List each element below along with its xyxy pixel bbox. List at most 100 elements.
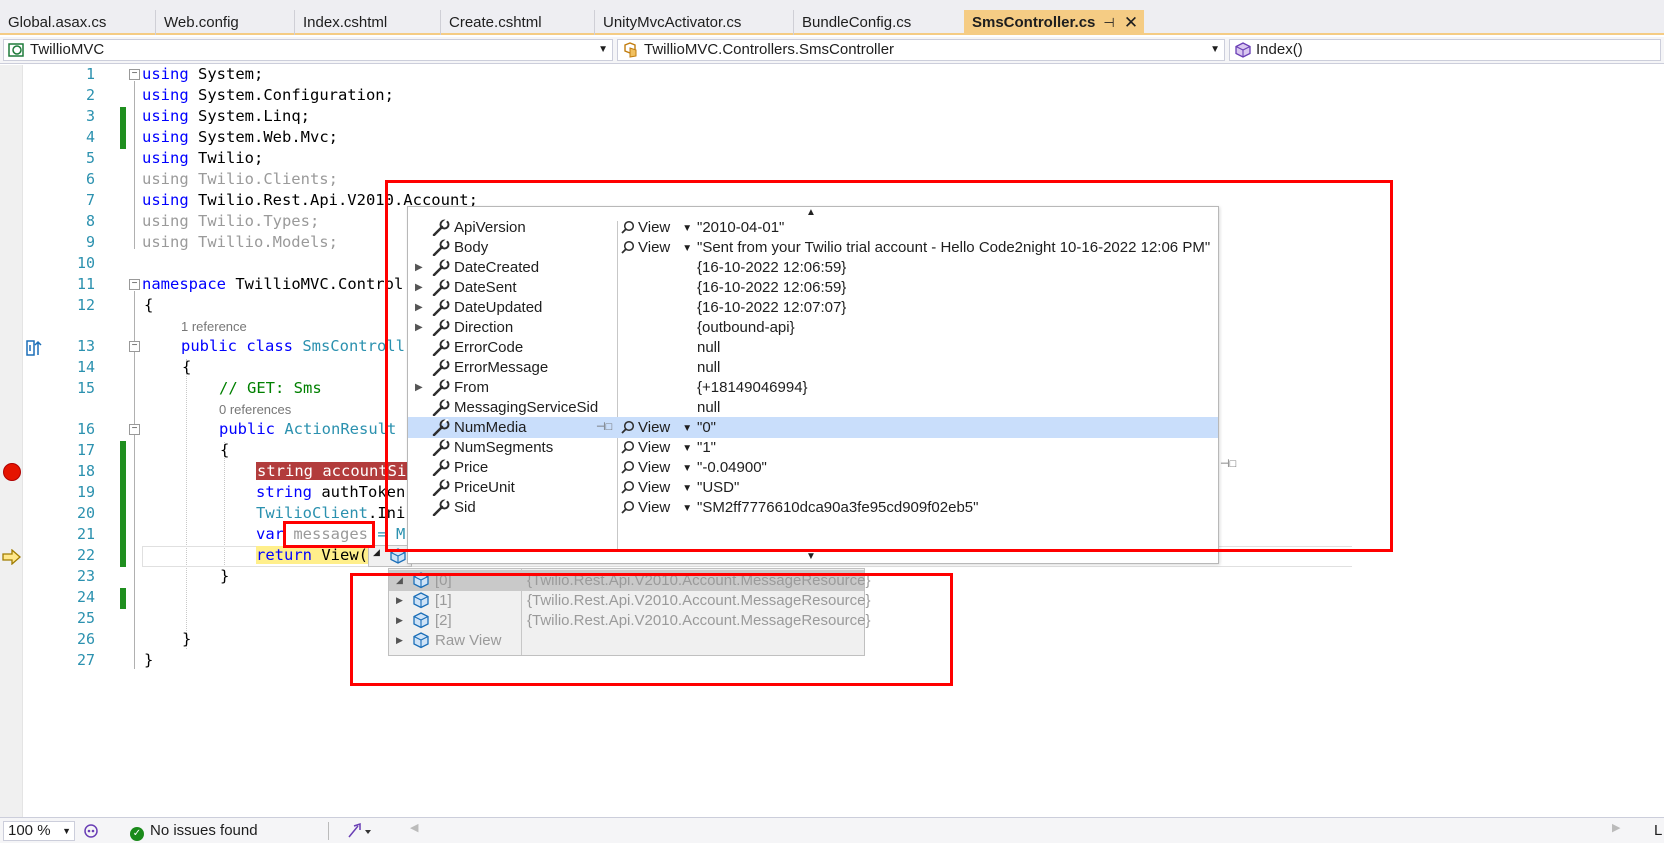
tab-label: Create.cshtml [449,14,542,31]
line-number: 18 [76,462,95,480]
chevron-down-icon: ▼ [598,44,608,55]
line-number: 4 [85,128,95,146]
line-number: 22 [76,546,95,564]
current-statement: return View( [256,546,368,564]
line-number: 16 [76,420,95,438]
line-number: 7 [85,191,95,209]
code-line: } [144,651,154,669]
line-number: 13 [76,337,95,355]
code-line: { [144,296,154,314]
copilot-icon[interactable] [82,823,100,839]
line-number: 17 [76,441,95,459]
code-line: { [220,441,230,459]
class-name: TwillioMVC.Controllers.SmsController [644,41,895,58]
line-number: 25 [76,609,95,627]
collapse-icon[interactable]: − [129,279,140,290]
scroll-down-icon[interactable]: ▼ [806,551,816,562]
tab-label: UnityMvcActivator.cs [603,14,742,31]
document-tab-bar: Global.asax.cs Web.config Index.cshtml C… [0,0,1664,35]
close-icon[interactable]: ✕ [1122,10,1140,35]
line-number: 11 [76,275,95,293]
highlight-box-properties [385,180,1393,552]
code-line: } [182,630,192,648]
line-indicator: L [1654,822,1663,839]
collapse-arrow-icon: ◢ [373,547,380,557]
csharp-project-icon [8,43,24,57]
collapse-icon[interactable]: − [129,424,140,435]
tab-sms-controller[interactable]: SmsController.cs ⊣ ✕ [964,10,1144,35]
separator [328,822,329,840]
code-line: TwilioClient.Ini [256,504,406,522]
line-number: 9 [85,233,95,251]
status-bar: 100 % ▼ ✓ No issues found ◀ ▶ L [0,817,1664,843]
highlight-box-messages [283,521,375,548]
code-line: using System.Linq; [142,107,310,125]
line-number: 12 [76,296,95,314]
project-name: TwillioMVC [30,41,105,58]
tab-web-config[interactable]: Web.config [155,10,300,35]
indicator-margin[interactable] [0,65,23,817]
method-icon [1235,42,1251,58]
tab-label: Index.cshtml [303,14,388,31]
line-number: 21 [76,525,95,543]
code-cleanup-icon[interactable] [346,822,374,840]
tab-label: SmsController.cs [972,14,1096,31]
line-number: 6 [85,170,95,188]
zoom-value: 100 % [8,822,51,839]
codelens-references[interactable]: 1 reference [181,319,247,334]
tab-index-cshtml[interactable]: Index.cshtml [294,10,444,35]
code-line: public ActionResult [219,420,397,438]
breakpoint-icon[interactable] [3,463,21,481]
scroll-right-icon[interactable]: ▶ [1612,821,1620,834]
line-number: 20 [76,504,95,522]
chevron-down-icon: ▼ [62,826,71,836]
changed-line-marker [120,107,126,149]
pin-icon[interactable]: ⊣ [1100,10,1118,35]
scroll-left-icon[interactable]: ◀ [410,821,418,834]
indent-guide [186,359,187,649]
class-dropdown[interactable]: TwillioMVC.Controllers.SmsController ▼ [617,39,1225,61]
code-line: public class SmsControll [181,337,405,355]
check-circle-icon: ✓ [130,827,144,841]
highlight-box-results [350,573,953,686]
tab-create-cshtml[interactable]: Create.cshtml [440,10,598,35]
member-name: Index() [1256,41,1303,58]
code-line-unused: using Twillio.Models; [142,233,338,251]
code-line: { [182,358,192,376]
code-comment: // GET: Sms [219,379,322,397]
navigation-bar: TwillioMVC ▼ TwillioMVC.Controllers.SmsC… [0,37,1664,64]
line-number: 3 [85,107,95,125]
code-line-unused: using Twilio.Clients; [142,170,338,188]
code-line-unused: using Twilio.Types; [142,212,320,230]
line-number: 27 [76,651,95,669]
issues-text: No issues found [150,822,258,839]
tab-label: Global.asax.cs [8,14,107,31]
changed-line-marker [120,441,126,567]
member-dropdown[interactable]: Index() [1229,39,1661,61]
line-number: 23 [76,567,95,585]
code-line: using System.Web.Mvc; [142,128,338,146]
line-number: 2 [85,86,95,104]
tab-bundle-config[interactable]: BundleConfig.cs [793,10,963,35]
line-number: 14 [76,358,95,376]
chevron-down-icon: ▼ [1210,44,1220,55]
tab-label: Web.config [164,14,239,31]
tab-global-asax[interactable]: Global.asax.cs [0,10,158,35]
issues-indicator[interactable]: ✓ No issues found [130,821,258,841]
zoom-dropdown[interactable]: 100 % ▼ [3,821,75,841]
tab-unity-mvc-activator[interactable]: UnityMvcActivator.cs [594,10,797,35]
line-number: 1 [85,65,95,83]
codelens-references[interactable]: 0 references [219,402,291,417]
code-line: string authToken [256,483,406,501]
line-number: 8 [85,212,95,230]
line-number: 10 [76,254,95,272]
line-number: 15 [76,379,95,397]
project-dropdown[interactable]: TwillioMVC ▼ [3,39,613,61]
line-number: 19 [76,483,95,501]
collapse-icon[interactable]: − [129,341,140,352]
line-number: 5 [85,149,95,167]
fold-guide [134,81,135,249]
code-line: using Twilio; [142,149,264,167]
collapse-icon[interactable]: − [129,69,140,80]
code-line: } [220,567,230,585]
